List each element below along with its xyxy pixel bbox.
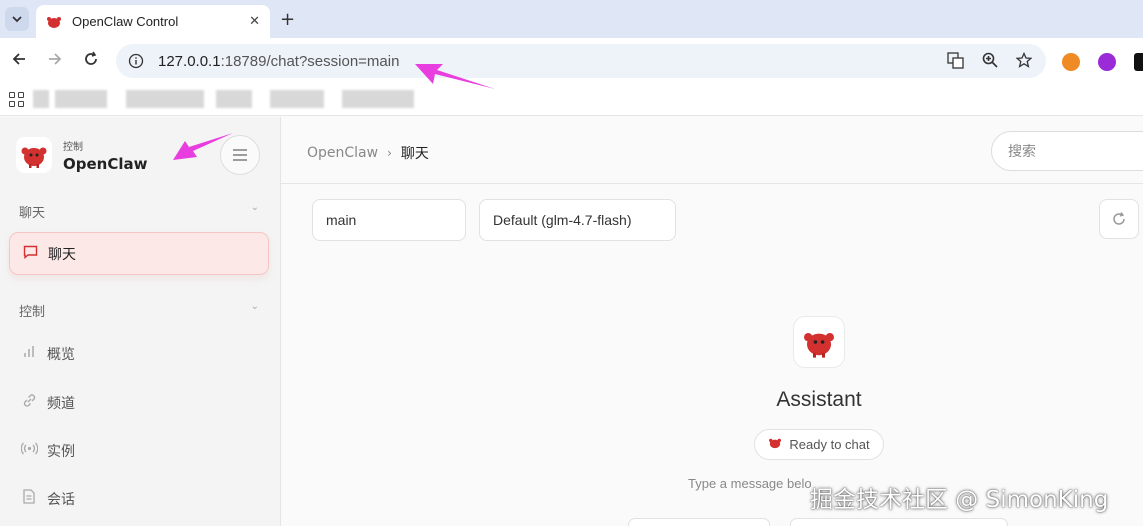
watermark-text: 掘金技术社区 @ SimonKing bbox=[810, 487, 1109, 513]
openclaw-favicon-icon bbox=[47, 16, 61, 28]
chat-bubble-icon bbox=[20, 245, 40, 263]
refresh-button[interactable] bbox=[1099, 199, 1139, 239]
annotation-arrow-icon bbox=[173, 133, 233, 160]
section-label: 聊天 bbox=[19, 206, 46, 221]
extension-purple-icon[interactable] bbox=[1098, 53, 1116, 71]
assistant-name: Assistant bbox=[776, 388, 862, 411]
reload-icon[interactable] bbox=[83, 51, 99, 71]
sidebar-item-label: 会话 bbox=[47, 491, 75, 508]
bookmark-item[interactable] bbox=[216, 90, 252, 108]
status-badge: Ready to chat bbox=[754, 429, 884, 460]
breadcrumb-current: 聊天 bbox=[400, 146, 429, 162]
bookmark-item[interactable] bbox=[55, 90, 107, 108]
section-chat[interactable]: 聊天 ⌄ bbox=[19, 202, 259, 221]
hamburger-icon bbox=[233, 149, 247, 161]
model-select[interactable]: Default (glm-4.7-flash) bbox=[479, 199, 676, 241]
sidebar-item-label: 概览 bbox=[47, 346, 75, 363]
document-icon bbox=[19, 489, 39, 508]
model-value: Default (glm-4.7-flash) bbox=[493, 212, 632, 228]
browser-tabstrip: OpenClaw Control ✕ + bbox=[0, 0, 1143, 38]
sidebar-item-overview[interactable]: 概览 bbox=[9, 332, 269, 375]
session-value: main bbox=[326, 212, 357, 228]
sidebar-item-sessions[interactable]: 会话 bbox=[9, 477, 269, 520]
session-select[interactable]: main bbox=[312, 199, 466, 241]
tab-title: OpenClaw Control bbox=[72, 14, 179, 29]
suggestion-chip[interactable] bbox=[790, 518, 1008, 526]
section-label: 控制 bbox=[19, 305, 46, 320]
bookmark-item[interactable] bbox=[33, 90, 49, 108]
chevron-down-icon: ⌄ bbox=[250, 301, 259, 312]
tab-search-button[interactable] bbox=[5, 7, 29, 31]
breadcrumb-root[interactable]: OpenClaw bbox=[307, 145, 378, 161]
browser-tab[interactable]: OpenClaw Control ✕ bbox=[36, 5, 270, 38]
sidebar-item-channels[interactable]: 频道 bbox=[9, 381, 269, 424]
apps-grid-icon[interactable] bbox=[9, 92, 24, 107]
openclaw-small-icon bbox=[768, 437, 782, 452]
back-arrow-icon[interactable] bbox=[11, 51, 27, 71]
refresh-icon bbox=[1113, 212, 1125, 225]
sidebar-item-label: 频道 bbox=[47, 395, 75, 412]
sidebar-item-label: 聊天 bbox=[48, 246, 76, 263]
openclaw-logo bbox=[16, 137, 52, 173]
bookmark-star-icon[interactable] bbox=[1015, 51, 1033, 73]
brand: 控制 OpenClaw bbox=[16, 137, 147, 173]
suggestion-chip[interactable] bbox=[628, 518, 770, 526]
chevron-down-icon: ⌄ bbox=[250, 202, 259, 213]
url-host: 127.0.0.1 bbox=[158, 52, 221, 70]
bookmarks-bar bbox=[0, 84, 1143, 116]
chevron-down-icon bbox=[12, 16, 22, 23]
link-icon bbox=[19, 393, 39, 412]
sidebar-item-instances[interactable]: 实例 bbox=[9, 429, 269, 472]
extension-orange-icon[interactable] bbox=[1062, 53, 1080, 71]
brand-subtitle: 控制 bbox=[63, 141, 83, 153]
url-path: :18789/chat?session=main bbox=[220, 52, 400, 70]
translate-icon[interactable] bbox=[947, 52, 964, 73]
extension-dark-icon[interactable] bbox=[1134, 53, 1143, 71]
forward-arrow-icon[interactable] bbox=[47, 51, 63, 71]
brand-title: OpenClaw bbox=[63, 154, 148, 173]
breadcrumb: OpenClaw › 聊天 bbox=[307, 143, 429, 163]
info-icon[interactable] bbox=[128, 53, 144, 69]
tab-close-icon[interactable]: ✕ bbox=[249, 14, 260, 29]
bookmark-item[interactable] bbox=[270, 90, 324, 108]
breadcrumb-separator-icon: › bbox=[387, 146, 392, 160]
bookmark-item[interactable] bbox=[342, 90, 414, 108]
search-placeholder: 搜索 bbox=[1008, 144, 1036, 160]
url-text[interactable]: 127.0.0.1:18789/chat?session=main bbox=[158, 53, 399, 70]
main-header: OpenClaw › 聊天 搜索 bbox=[281, 117, 1143, 184]
section-control[interactable]: 控制 ⌄ bbox=[19, 301, 259, 320]
bookmark-item[interactable] bbox=[126, 90, 204, 108]
search-input[interactable]: 搜索 bbox=[991, 131, 1143, 171]
assistant-avatar bbox=[793, 316, 845, 368]
bar-chart-icon bbox=[19, 345, 39, 362]
zoom-icon[interactable] bbox=[982, 52, 998, 73]
sidebar-item-label: 实例 bbox=[47, 443, 75, 460]
radio-signal-icon bbox=[19, 442, 39, 459]
sidebar-item-chat[interactable]: 聊天 bbox=[9, 232, 269, 275]
browser-toolbar: 127.0.0.1:18789/chat?session=main bbox=[0, 38, 1143, 84]
new-tab-button[interactable]: + bbox=[280, 9, 295, 30]
sidebar: 控制 OpenClaw 聊天 ⌄ 聊天 控制 ⌄ 概览 频道 实例 会话 bbox=[0, 117, 281, 526]
status-text: Ready to chat bbox=[789, 437, 870, 452]
annotation-arrow-icon bbox=[415, 64, 495, 89]
address-bar[interactable]: 127.0.0.1:18789/chat?session=main bbox=[116, 44, 1046, 78]
chat-hint: Type a message belo bbox=[688, 476, 812, 491]
